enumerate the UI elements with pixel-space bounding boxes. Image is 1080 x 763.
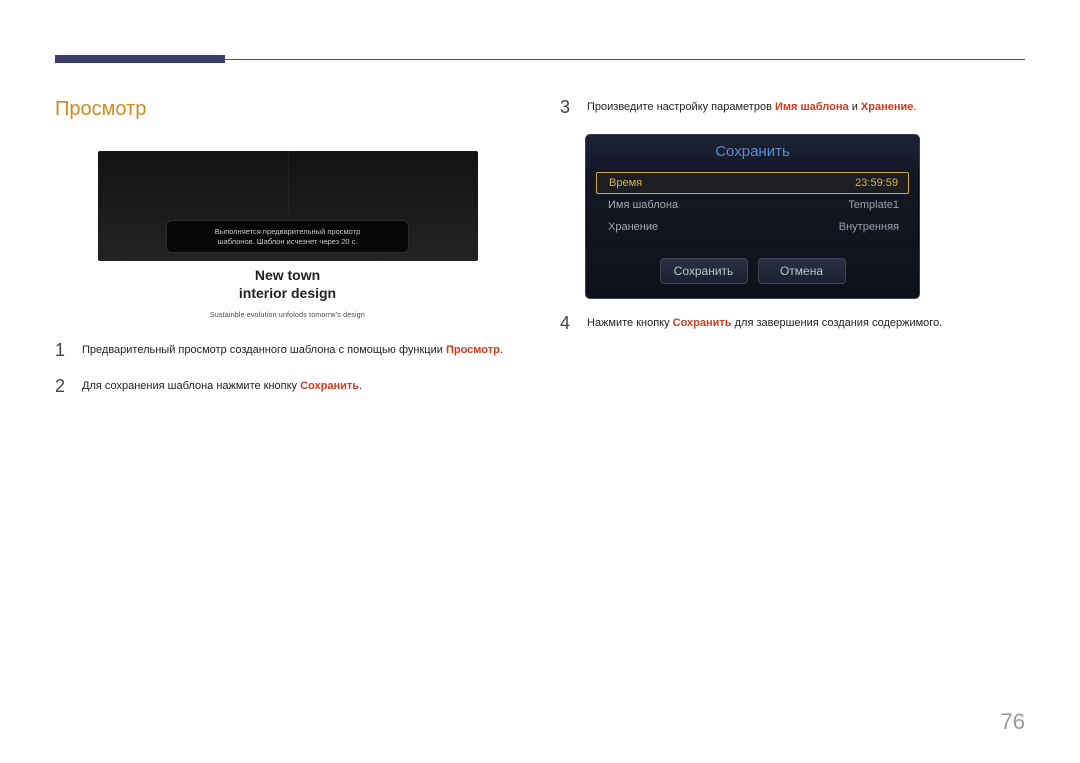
step-text-pre: Для сохранения шаблона нажмите кнопку (82, 380, 300, 392)
dialog-row-time[interactable]: Время 23:59:59 (596, 172, 909, 194)
step-text-post: . (913, 101, 916, 113)
row-value: 23:59:59 (855, 177, 898, 189)
preview-subcaption: Sustainble evolution unfolods tomorrw's … (55, 312, 520, 319)
preview-overlay-message: Выполняется предварительный просмотр шаб… (166, 220, 409, 253)
row-value: Внутренняя (839, 221, 899, 233)
save-button[interactable]: Сохранить (660, 258, 748, 284)
keyword-storage: Хранение (861, 101, 913, 113)
step-number: 1 (55, 341, 67, 359)
row-value: Template1 (848, 199, 899, 211)
step-1: 1 Предварительный просмотр созданного ша… (55, 341, 520, 359)
preview-screenshot: Выполняется предварительный просмотр шаб… (98, 151, 478, 261)
dialog-row-storage[interactable]: Хранение Внутренняя (596, 216, 909, 238)
header-accent-bar (55, 55, 225, 63)
caption-line-2: interior design (55, 285, 520, 303)
dialog-buttons: Сохранить Отмена (586, 248, 919, 298)
step-text-post: для завершения создания содержимого. (732, 317, 943, 329)
overlay-line-2: шаблонов. Шаблон исчезнет через 20 с. (171, 237, 404, 246)
step-text: Предварительный просмотр созданного шабл… (82, 341, 503, 359)
cancel-button[interactable]: Отмена (758, 258, 846, 284)
step-number: 2 (55, 377, 67, 395)
preview-divider (288, 151, 289, 212)
step-text-mid: и (849, 101, 861, 113)
section-title: Просмотр (55, 98, 520, 121)
step-text: Нажмите кнопку Сохранить для завершения … (587, 314, 942, 332)
dialog-title: Сохранить (586, 135, 919, 170)
caption-line-1: New town (55, 267, 520, 285)
row-label: Время (609, 177, 642, 189)
header-frame (55, 55, 1025, 73)
keyword-template-name: Имя шаблона (775, 101, 849, 113)
step-text: Произведите настройку параметров Имя шаб… (587, 98, 916, 116)
save-dialog-screenshot: Сохранить Время 23:59:59 Имя шаблона Tem… (585, 134, 920, 299)
step-4: 4 Нажмите кнопку Сохранить для завершени… (560, 314, 1025, 332)
keyword-save: Сохранить (673, 317, 732, 329)
step-3: 3 Произведите настройку параметров Имя ш… (560, 98, 1025, 116)
page-number: 76 (1001, 709, 1025, 735)
row-label: Имя шаблона (608, 199, 678, 211)
right-column: 3 Произведите настройку параметров Имя ш… (560, 98, 1025, 413)
content-columns: Просмотр Выполняется предварительный про… (55, 98, 1025, 413)
step-number: 4 (560, 314, 572, 332)
save-dialog: Сохранить Время 23:59:59 Имя шаблона Tem… (585, 134, 920, 299)
step-text-pre: Нажмите кнопку (587, 317, 673, 329)
keyword-preview: Просмотр (446, 344, 500, 356)
row-label: Хранение (608, 221, 658, 233)
preview-caption: New town interior design (55, 267, 520, 302)
step-text-post: . (500, 344, 503, 356)
overlay-line-1: Выполняется предварительный просмотр (171, 227, 404, 236)
dialog-row-template-name[interactable]: Имя шаблона Template1 (596, 194, 909, 216)
left-column: Просмотр Выполняется предварительный про… (55, 98, 520, 413)
keyword-save: Сохранить (300, 380, 359, 392)
dialog-body: Время 23:59:59 Имя шаблона Template1 Хра… (586, 170, 919, 248)
step-text: Для сохранения шаблона нажмите кнопку Со… (82, 377, 362, 395)
step-number: 3 (560, 98, 572, 116)
step-text-pre: Произведите настройку параметров (587, 101, 775, 113)
step-2: 2 Для сохранения шаблона нажмите кнопку … (55, 377, 520, 395)
step-text-pre: Предварительный просмотр созданного шабл… (82, 344, 446, 356)
step-text-post: . (359, 380, 362, 392)
